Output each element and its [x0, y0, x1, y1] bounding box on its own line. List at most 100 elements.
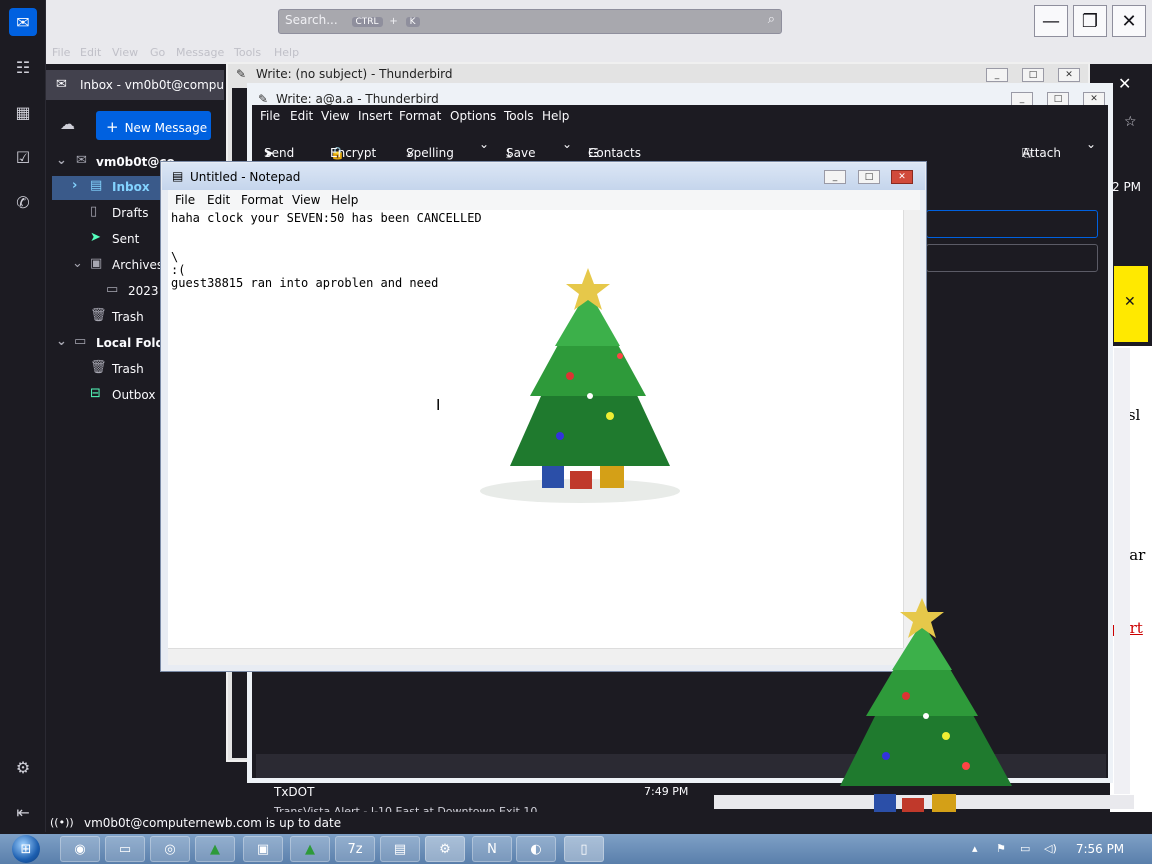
menu-file[interactable]: File: [175, 193, 195, 207]
christmas-tree-app-icon[interactable]: ▲: [290, 836, 330, 862]
local-folder-icon: ▭: [74, 334, 87, 349]
close-notification-icon[interactable]: ✕: [1124, 294, 1136, 310]
inbox-icon: ▤: [90, 178, 103, 193]
shortcut-plus: +: [389, 16, 398, 27]
spaces-toolbar: ✉ ☷ ▦ ☑ ✆ ⚙ ⇤: [0, 0, 46, 832]
encrypt-label: Encrypt: [330, 146, 377, 160]
maximize-button[interactable]: □: [1022, 68, 1044, 82]
online-status-icon[interactable]: ((•)): [50, 816, 74, 829]
spelling-dropdown-icon[interactable]: ⌄: [479, 137, 489, 151]
maximize-button[interactable]: □: [858, 170, 880, 184]
menu-go[interactable]: Go: [150, 46, 165, 59]
message-list-row[interactable]: TxDOT 7:49 PM TransVista Alert - I-10 Ea…: [262, 783, 712, 818]
christmas-tree-image: [470, 266, 700, 506]
search-icon: ⌕: [767, 12, 775, 27]
minimize-button[interactable]: —: [1034, 5, 1068, 37]
plus-icon: +: [106, 118, 119, 136]
get-messages-icon[interactable]: ☁: [60, 115, 75, 133]
search-input[interactable]: Search... CTRL + K ⌕: [278, 9, 782, 34]
taskbar-clock[interactable]: 7:56 PM: [1068, 842, 1132, 858]
file-explorer-icon[interactable]: ▭: [105, 836, 145, 862]
christmas-tree-image: [826, 596, 1026, 832]
menu-help[interactable]: Help: [542, 109, 569, 123]
folder-2023-label: 2023: [128, 284, 159, 298]
remote-desktop-icon[interactable]: ▣: [243, 836, 283, 862]
menu-format[interactable]: Format: [241, 193, 283, 207]
close-button[interactable]: ✕: [1112, 5, 1146, 37]
menu-view[interactable]: View: [292, 193, 320, 207]
menu-view[interactable]: View: [321, 109, 349, 123]
volume-icon[interactable]: ◁): [1044, 842, 1057, 855]
compose-icon: ✎: [258, 92, 269, 106]
thunderbird-app-icon[interactable]: ◐: [516, 836, 556, 862]
menu-options[interactable]: Options: [450, 109, 496, 123]
menu-tools[interactable]: Tools: [234, 46, 261, 59]
star-icon[interactable]: ☆: [1124, 114, 1137, 130]
archive-icon: ▣: [90, 256, 103, 271]
minimize-button[interactable]: _: [1011, 92, 1033, 106]
chevron-down-icon: ⌄: [72, 256, 83, 271]
menu-help[interactable]: Help: [331, 193, 358, 207]
close-button[interactable]: ✕: [891, 170, 913, 184]
chrome-icon[interactable]: ◎: [150, 836, 190, 862]
message-time: 7:49 PM: [644, 785, 689, 798]
sent-icon: ➤: [90, 230, 101, 245]
notepad-horizontal-scrollbar[interactable]: [168, 648, 903, 665]
settings-icon[interactable]: ⚙: [9, 753, 37, 781]
restore-button[interactable]: ❐: [1073, 5, 1107, 37]
contacts-label: Contacts: [588, 146, 641, 160]
menu-edit[interactable]: Edit: [207, 193, 230, 207]
tray-expand-icon[interactable]: ▴: [972, 842, 978, 855]
menu-insert[interactable]: Insert: [358, 109, 392, 123]
menu-tools[interactable]: Tools: [504, 109, 534, 123]
window-app-icon[interactable]: ▤: [380, 836, 420, 862]
menu-message[interactable]: Message: [176, 46, 224, 59]
mail-icon[interactable]: ✉: [9, 8, 37, 36]
search-placeholder: Search...: [285, 13, 338, 27]
recipient-field[interactable]: [926, 210, 1098, 238]
minimize-button[interactable]: _: [824, 170, 846, 184]
chat-icon[interactable]: ✆: [9, 188, 37, 216]
close-button[interactable]: ✕: [1058, 68, 1080, 82]
action-center-icon[interactable]: ⚑: [996, 842, 1006, 855]
calendar-icon[interactable]: ▦: [9, 98, 37, 126]
tab-inbox[interactable]: ✉ Inbox - vm0b0t@compute: [46, 70, 224, 100]
notepad-vertical-scrollbar[interactable]: [903, 210, 920, 648]
trash-icon: 🗑: [90, 360, 107, 375]
christmas-tree-app-icon[interactable]: ▲: [195, 836, 235, 862]
save-dropdown-icon[interactable]: ⌄: [562, 137, 572, 151]
new-message-button[interactable]: + New Message: [96, 111, 211, 140]
network-icon[interactable]: ▭: [1020, 842, 1030, 855]
vertical-scrollbar[interactable]: [1114, 348, 1130, 794]
settings-app-icon[interactable]: ⚙: [425, 836, 465, 862]
menu-file[interactable]: File: [52, 46, 70, 59]
message-time-fragment: 2 PM: [1112, 180, 1142, 194]
menu-file[interactable]: File: [260, 109, 280, 123]
menu-help[interactable]: Help: [274, 46, 299, 59]
menu-format[interactable]: Format: [399, 109, 441, 123]
menu-view[interactable]: View: [112, 46, 138, 59]
minimize-button[interactable]: _: [986, 68, 1008, 82]
menu-edit[interactable]: Edit: [290, 109, 313, 123]
status-bar: ((•)) vm0b0t@computernewb.com is up to d…: [46, 812, 1152, 834]
trash-icon: 🗑: [90, 308, 107, 323]
firefox-icon[interactable]: ◉: [60, 836, 100, 862]
attach-dropdown-icon[interactable]: ⌄: [1086, 137, 1096, 151]
tasks-icon[interactable]: ☑: [9, 143, 37, 171]
notepad-titlebar: ▤ Untitled - Notepad _ □ ✕: [162, 163, 925, 190]
maximize-button[interactable]: □: [1047, 92, 1069, 106]
7zip-icon[interactable]: 7z: [335, 836, 375, 862]
close-button[interactable]: ✕: [1083, 92, 1105, 106]
start-button[interactable]: ⊞: [8, 834, 44, 864]
close-tab-icon[interactable]: ✕: [1118, 74, 1142, 98]
subject-field[interactable]: [926, 244, 1098, 272]
notepad-plus-icon[interactable]: N: [472, 836, 512, 862]
compose-toolbar: ➤ Send 🔒 Encrypt ✓ Spelling ⌄ ⤓ Save ⌄ ☷…: [252, 128, 1108, 162]
message-sender: TxDOT: [274, 785, 315, 799]
collapse-icon[interactable]: ⇤: [9, 798, 37, 826]
menu-edit[interactable]: Edit: [80, 46, 101, 59]
address-book-icon[interactable]: ☷: [9, 53, 37, 81]
local-outbox-label: Outbox: [112, 388, 156, 402]
thunderbird-menubar: File Edit View Go Message Tools Help: [46, 44, 1152, 64]
notepad-app-icon[interactable]: ▯: [564, 836, 604, 862]
